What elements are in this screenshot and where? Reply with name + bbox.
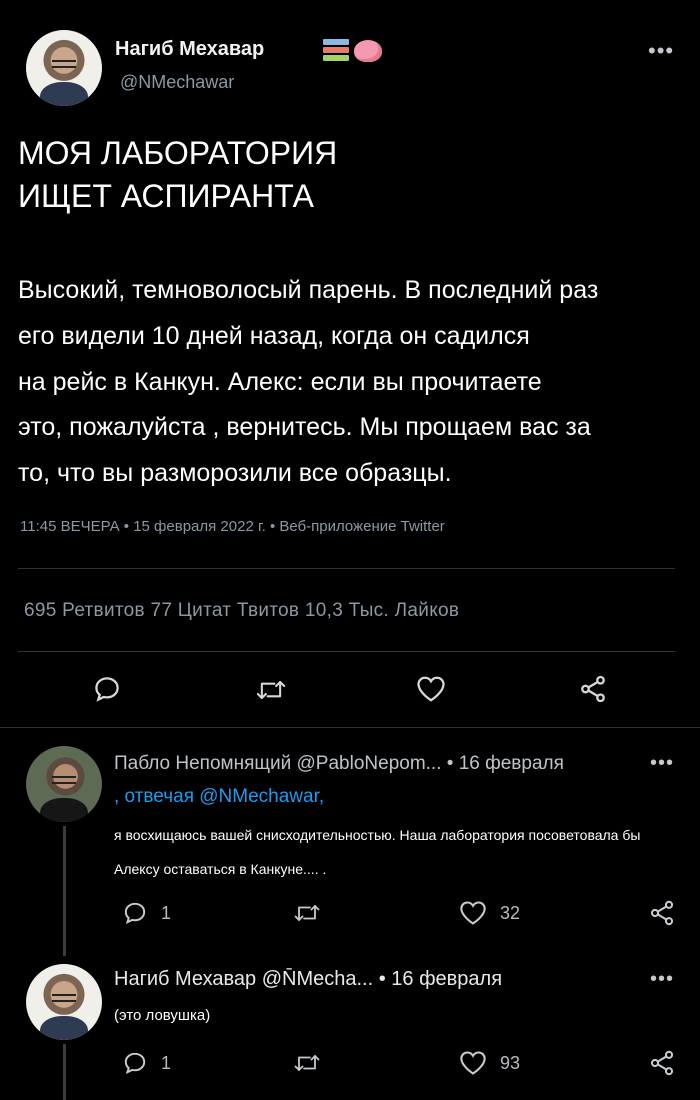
reply-text-line: Алексу оставаться в Канкуне.... . bbox=[114, 861, 327, 877]
thread-line bbox=[63, 1044, 66, 1100]
avatar-shirt bbox=[39, 1015, 89, 1040]
divider bbox=[0, 727, 700, 728]
reply-text: (это ловушка) bbox=[114, 999, 514, 1033]
reply-icon[interactable] bbox=[92, 674, 122, 704]
author-handle[interactable]: @NMechawar bbox=[120, 72, 234, 93]
reply-text-line: (это ловушка) bbox=[114, 1007, 211, 1024]
tweet-title-line: ИЩЕТ АСПИРАНТА bbox=[18, 178, 315, 214]
tweet-body-line: Высокий, темноволосый парень. В последни… bbox=[18, 276, 599, 304]
reply-icon[interactable] bbox=[122, 900, 148, 926]
reply-header[interactable]: Нагиб Мехавар @N̄Mecha... • 16 февраля bbox=[114, 968, 502, 991]
share-icon[interactable] bbox=[578, 674, 608, 704]
books-emoji bbox=[323, 39, 349, 63]
avatar-glasses bbox=[51, 993, 77, 1003]
tweet-body: Высокий, темноволосый парень. В последни… bbox=[18, 268, 668, 497]
reply-header[interactable]: Пабло Непомнящий @PabloNepom... • 16 фев… bbox=[114, 753, 564, 775]
avatar-shirt bbox=[39, 81, 89, 106]
tweet-title-line: МОЯ ЛАБОРАТОРИЯ bbox=[18, 135, 338, 171]
share-icon[interactable] bbox=[648, 1049, 676, 1077]
avatar-glasses bbox=[51, 775, 77, 785]
brain-emoji bbox=[354, 40, 382, 62]
share-icon[interactable] bbox=[648, 899, 676, 927]
reply-text-line: я восхищаюсь вашей снисходительностью. Н… bbox=[114, 827, 641, 843]
tweet-body-line: его видели 10 дней назад, когда он садил… bbox=[18, 321, 530, 350]
divider bbox=[18, 568, 675, 569]
tweet-thread-page: Нагиб Мехавар @NMechawar ••• МОЯ ЛАБОРАТ… bbox=[0, 0, 700, 1100]
reply-avatar[interactable] bbox=[26, 746, 102, 822]
replying-to-link[interactable]: , отвечая @NMechawar, bbox=[114, 786, 324, 808]
engagement-stats[interactable]: 695 Ретвитов 77 Цитат Твитов 10,3 Тыс. Л… bbox=[24, 600, 459, 622]
heart-icon[interactable] bbox=[416, 675, 446, 703]
tweet-title: МОЯ ЛАБОРАТОРИЯ ИЩЕТ АСПИРАНТА bbox=[18, 132, 518, 218]
retweet-icon[interactable] bbox=[255, 676, 287, 704]
more-icon[interactable]: ••• bbox=[650, 968, 674, 991]
like-count: 93 bbox=[500, 1053, 521, 1073]
reply-text: я восхищаюсь вашей снисходительностью. Н… bbox=[114, 818, 674, 886]
like-count: 32 bbox=[500, 903, 521, 923]
more-icon[interactable]: ••• bbox=[650, 752, 674, 775]
reply-count: 1 bbox=[161, 903, 172, 923]
tweet-timestamp[interactable]: 11:45 ВЕЧЕРА • 15 февраля 2022 г. • Веб-… bbox=[20, 518, 445, 535]
reply-icon[interactable] bbox=[122, 1050, 148, 1076]
heart-icon[interactable] bbox=[459, 900, 487, 926]
thread-line bbox=[63, 826, 66, 956]
reply-count: 1 bbox=[161, 1053, 172, 1073]
author-avatar[interactable] bbox=[26, 30, 102, 106]
avatar-glasses bbox=[51, 59, 77, 69]
divider bbox=[18, 651, 675, 652]
author-name[interactable]: Нагиб Мехавар bbox=[115, 38, 264, 61]
reply-avatar[interactable] bbox=[26, 964, 102, 1040]
retweet-icon[interactable] bbox=[293, 1051, 321, 1075]
tweet-body-line: на рейс в Канкун. Алекс: если вы прочита… bbox=[18, 367, 542, 396]
tweet-body-line: то, что вы разморозили все образцы. bbox=[18, 459, 452, 488]
retweet-icon[interactable] bbox=[293, 901, 321, 925]
tweet-body-line: это, пожалуйста , вернитесь. Мы прощаем … bbox=[18, 413, 591, 442]
more-icon[interactable]: ••• bbox=[648, 38, 674, 64]
heart-icon[interactable] bbox=[459, 1050, 487, 1076]
avatar-shirt bbox=[39, 797, 89, 822]
